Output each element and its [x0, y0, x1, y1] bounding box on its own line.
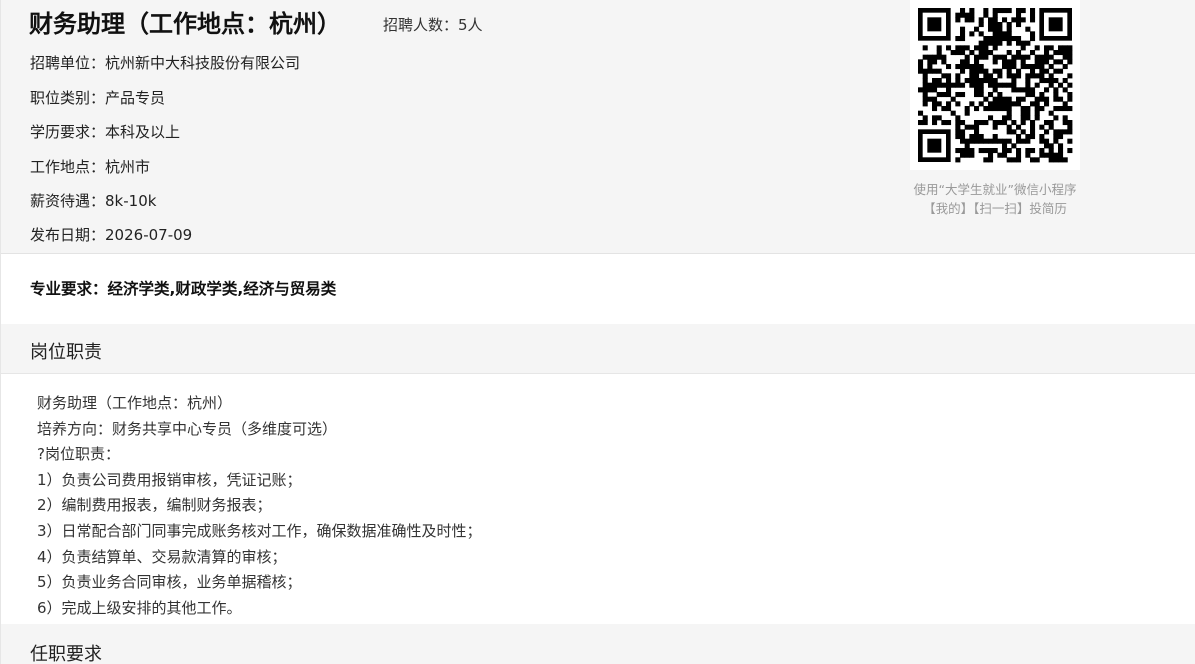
duties-body: 财务助理（工作地点：杭州） 培养方向：财务共享中心专员（多维度可选） ?岗位职责… [37, 391, 1137, 621]
info-label: 发布日期： [30, 226, 106, 244]
info-label: 学历要求： [30, 123, 106, 141]
info-education: 学历要求：本科及以上 [30, 121, 180, 142]
duty-line: 1）负责公司费用报销审核，凭证记账； [37, 470, 302, 489]
qr-code [910, 0, 1080, 170]
info-label: 职位类别： [30, 89, 106, 107]
qr-code-image [918, 8, 1073, 163]
duty-line: 3）日常配合部门同事完成账务核对工作，确保数据准确性及时性； [37, 521, 482, 540]
job-title: 财务助理（工作地点：杭州） [29, 10, 341, 38]
job-header: 财务助理（工作地点：杭州） 招聘人数：5人 招聘单位：杭州新中大科技股份有限公司… [1, 0, 1195, 254]
qr-caption-line1: 使用“大学生就业”微信小程序 [913, 182, 1077, 197]
info-label: 薪资待遇： [30, 192, 106, 210]
major-requirement: 专业要求：经济学类,财政学类,经济与贸易类 [30, 280, 337, 298]
qr-caption-line2: 【我的】【扫一扫】投简历 [923, 201, 1067, 216]
section-title: 岗位职责 [30, 342, 102, 363]
info-value: 8k-10k [105, 192, 157, 210]
info-company: 招聘单位：杭州新中大科技股份有限公司 [30, 52, 300, 73]
section-title: 任职要求 [30, 644, 102, 664]
info-value: 杭州市 [105, 158, 151, 176]
duty-line: 培养方向：财务共享中心专员（多维度可选） [37, 419, 338, 438]
info-label: 工作地点： [30, 158, 106, 176]
duty-line: 6）完成上级安排的其他工作。 [37, 598, 242, 617]
info-value: 杭州新中大科技股份有限公司 [105, 54, 301, 72]
qr-caption: 使用“大学生就业”微信小程序 【我的】【扫一扫】投简历 [904, 180, 1086, 218]
duties-section-header: 岗位职责 [1, 324, 1195, 374]
info-value: 产品专员 [105, 89, 166, 107]
info-location: 工作地点：杭州市 [30, 156, 150, 177]
duty-line: 2）编制费用报表，编制财务报表； [37, 496, 272, 515]
duty-line: 4）负责结算单、交易款清算的审核； [37, 547, 287, 566]
info-value: 2026-07-09 [105, 226, 193, 244]
duty-line: 财务助理（工作地点：杭州） [37, 394, 233, 412]
info-category: 职位类别：产品专员 [30, 87, 165, 108]
info-label: 招聘单位： [30, 54, 106, 72]
job-detail-page: 财务助理（工作地点：杭州） 招聘人数：5人 招聘单位：杭州新中大科技股份有限公司… [0, 0, 1195, 664]
info-value: 本科及以上 [105, 123, 181, 141]
duty-line: ?岗位职责： [37, 445, 120, 464]
info-salary: 薪资待遇：8k-10k [30, 190, 156, 211]
info-date: 发布日期：2026-07-09 [30, 224, 192, 245]
duty-line: 5）负责业务合同审核，业务单据稽核； [37, 573, 302, 592]
headcount: 招聘人数：5人 [383, 16, 483, 34]
requirements-section-header: 任职要求 [1, 624, 1195, 664]
